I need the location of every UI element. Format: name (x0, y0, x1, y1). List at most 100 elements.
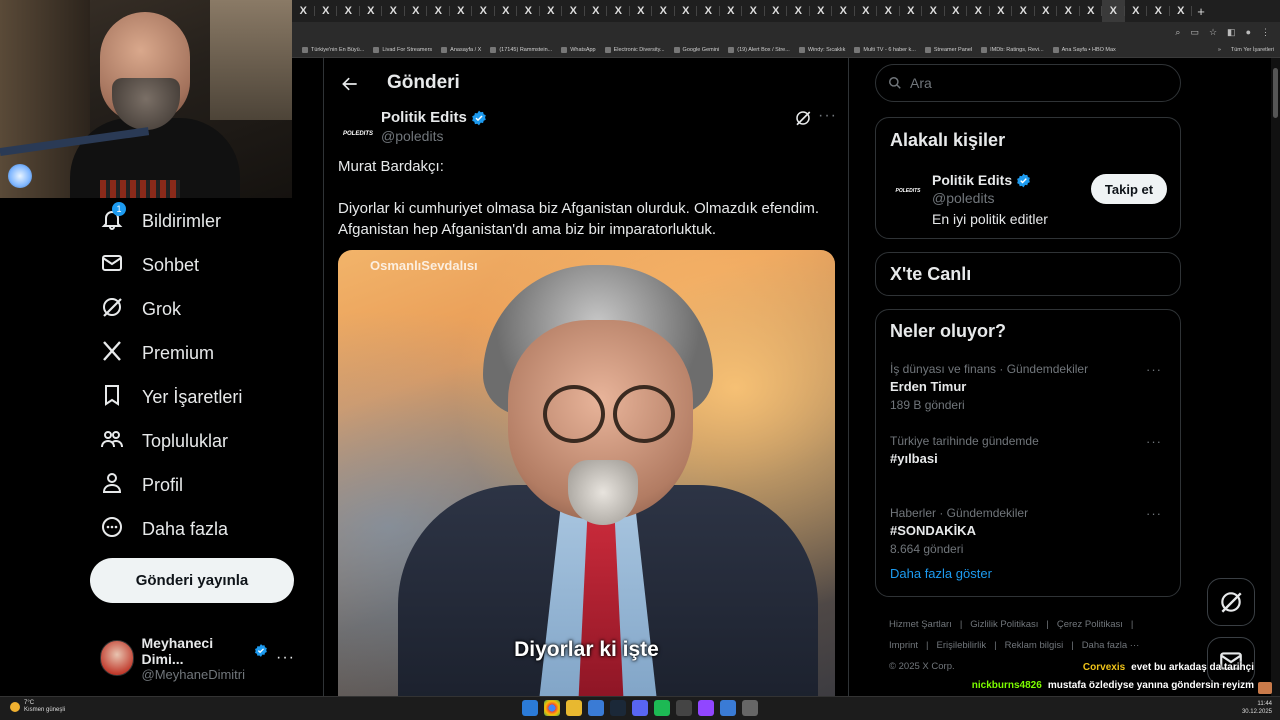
browser-tab[interactable]: X (855, 0, 878, 22)
bookmark-item[interactable]: Streamer Panel (924, 46, 972, 53)
grok-icon[interactable] (794, 109, 812, 127)
bookmark-item[interactable]: Google Gemini (673, 46, 719, 53)
author-handle[interactable]: @poledits (381, 128, 443, 144)
browser-tab[interactable]: X (900, 0, 923, 22)
footer-link[interactable]: Daha fazla ··· (1082, 640, 1140, 651)
new-tab-button[interactable]: + (1192, 4, 1210, 19)
browser-tab[interactable]: X (630, 0, 653, 22)
browser-tab[interactable]: X (742, 0, 765, 22)
scrollbar-thumb[interactable] (1273, 68, 1278, 118)
scrollbar[interactable] (1271, 58, 1280, 696)
bookmark-item[interactable]: Electronic Diversity... (604, 46, 665, 53)
browser-tab[interactable]: X (787, 0, 810, 22)
browser-tab[interactable]: X (1057, 0, 1080, 22)
sidebar-item-bildirimler[interactable]: 1 Bildirimler (100, 201, 221, 237)
browser-tab[interactable]: X (517, 0, 540, 22)
browser-tab[interactable]: X (360, 0, 383, 22)
browser-tab[interactable]: X (1125, 0, 1148, 22)
browser-tab[interactable]: X (652, 0, 675, 22)
browser-tab[interactable]: X (967, 0, 990, 22)
search-box[interactable] (875, 64, 1181, 102)
bookmark-item[interactable]: WhatsApp (561, 46, 596, 53)
browser-tab[interactable]: X (877, 0, 900, 22)
sidebar-item-premium[interactable]: Premium (100, 337, 214, 369)
show-more-link[interactable]: Daha fazla göster (890, 566, 992, 581)
bookmark-item[interactable]: Anasayfa / X (441, 46, 481, 53)
bookmark-item[interactable]: Windy: Sıcaklık (798, 46, 845, 53)
cast-icon[interactable]: ▭ (1190, 27, 1199, 38)
footer-link[interactable]: Reklam bilgisi (1005, 640, 1064, 651)
back-arrow-icon[interactable] (340, 74, 360, 94)
system-clock[interactable]: 11:44 30.12.2025 (1242, 700, 1272, 716)
footer-link[interactable]: Çerez Politikası (1057, 619, 1123, 630)
profile-icon[interactable]: ● (1246, 27, 1251, 37)
browser-tab[interactable]: X (990, 0, 1013, 22)
grok-fab[interactable] (1207, 578, 1255, 626)
browser-tab[interactable]: X (472, 0, 495, 22)
live-card[interactable]: X'te Canlı (875, 252, 1181, 296)
browser-tab[interactable]: X (1035, 0, 1058, 22)
author-avatar[interactable]: POLEDITS (338, 114, 378, 154)
bookmark-item[interactable]: Livad For Streamers (373, 46, 432, 53)
bookmark-item[interactable]: Multi TV - 6 haber k... (854, 46, 916, 53)
more-icon[interactable]: ··· (1146, 434, 1162, 449)
extensions-icon[interactable]: ◧ (1227, 27, 1236, 38)
app-icon[interactable] (588, 700, 604, 716)
tweet-video[interactable]: OsmanlıSevdalısı Diyorlar ki işte (338, 250, 835, 696)
sidebar-item-grok[interactable]: Grok (100, 293, 181, 325)
star-icon[interactable]: ☆ (1209, 27, 1217, 38)
related-handle[interactable]: @poledits (932, 190, 994, 206)
sidebar-item-sohbet[interactable]: Sohbet (100, 249, 199, 281)
follow-button[interactable]: Takip et (1091, 174, 1167, 204)
bookmark-item[interactable]: Ana Sayfa • HBO Max (1052, 46, 1116, 53)
browser-tab[interactable]: X (427, 0, 450, 22)
discord-icon[interactable] (632, 700, 648, 716)
footer-link[interactable]: Hizmet Şartları (889, 619, 952, 630)
footer-link[interactable]: Gizlilik Politikası (970, 619, 1038, 630)
bookmark-item[interactable]: IMDb: Ratings, Revi... (981, 46, 1044, 53)
browser-tab[interactable]: X (1080, 0, 1103, 22)
post-button[interactable]: Gönderi yayınla (90, 558, 294, 603)
zoom-icon[interactable]: ⌕ (1175, 27, 1180, 38)
browser-tab[interactable]: X (1147, 0, 1170, 22)
more-icon[interactable]: ··· (818, 107, 837, 125)
bookmark-item[interactable]: (19) Alert Box / Stre... (728, 46, 790, 53)
footer-link[interactable]: Imprint (889, 640, 918, 651)
windows-start-icon[interactable] (522, 700, 538, 716)
app-icon[interactable] (742, 700, 758, 716)
browser-tab[interactable]: X (810, 0, 833, 22)
author-name[interactable]: Politik Edits (381, 109, 467, 126)
app-icon[interactable] (720, 700, 736, 716)
app-icon[interactable] (676, 700, 692, 716)
more-icon[interactable]: ··· (1146, 506, 1162, 521)
steam-icon[interactable] (610, 700, 626, 716)
search-input[interactable] (910, 75, 1150, 91)
browser-tab[interactable]: X (1170, 0, 1193, 22)
spotify-icon[interactable] (654, 700, 670, 716)
browser-tab[interactable]: X (585, 0, 608, 22)
trend-item[interactable]: Türkiye tarihinde gündemde #yılbasi ··· (890, 434, 1170, 466)
chrome-icon[interactable] (544, 700, 560, 716)
browser-tab[interactable]: X (315, 0, 338, 22)
browser-tab[interactable]: X (382, 0, 405, 22)
browser-tab[interactable]: X (495, 0, 518, 22)
browser-tab[interactable]: X (765, 0, 788, 22)
footer-link[interactable]: Erişilebilirlik (937, 640, 987, 651)
more-icon[interactable]: ··· (276, 649, 295, 667)
related-name[interactable]: Politik Edits (932, 172, 1012, 188)
browser-tab[interactable]: X (405, 0, 428, 22)
browser-tab[interactable]: X (720, 0, 743, 22)
sidebar-item-daha-fazla[interactable]: Daha fazla (100, 513, 228, 545)
browser-tab[interactable]: X (562, 0, 585, 22)
menu-icon[interactable]: ⋮ (1261, 27, 1270, 38)
all-bookmarks-link[interactable]: Tüm Yer İşaretleri (1231, 47, 1274, 53)
browser-tab[interactable]: X (607, 0, 630, 22)
browser-tab[interactable]: X (540, 0, 563, 22)
related-avatar[interactable]: POLEDITS (890, 173, 926, 209)
account-switcher[interactable]: Meyhaneci Dimi... @MeyhaneDimitri ··· (100, 633, 295, 683)
browser-tab[interactable]: X (832, 0, 855, 22)
bookmarks-overflow-icon[interactable]: » (1218, 47, 1221, 53)
browser-tab[interactable]: X (292, 0, 315, 22)
browser-tab[interactable]: X (1102, 0, 1125, 22)
bookmark-item[interactable]: (17145) Rammstein... (490, 46, 552, 53)
